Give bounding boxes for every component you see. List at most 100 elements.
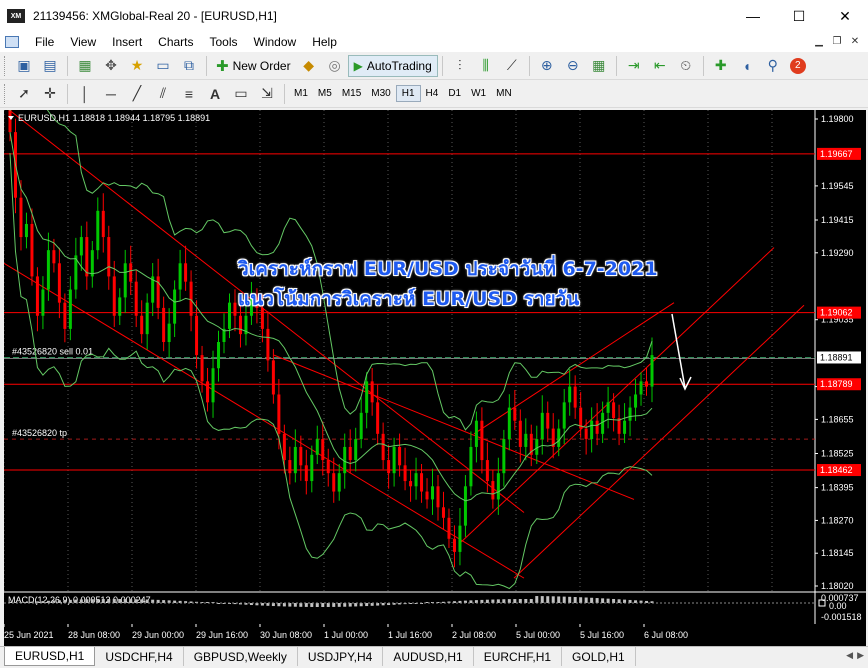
candle-body [348, 446, 352, 461]
chart-canvas[interactable]: 1.198001.195451.194151.192901.190351.187… [4, 110, 866, 624]
timeframe-m15[interactable]: M15 [337, 86, 366, 101]
price-tick-label: 1.19290 [821, 248, 854, 258]
menu-charts[interactable]: Charts [150, 35, 201, 49]
menu-view[interactable]: View [62, 35, 104, 49]
signals-icon[interactable]: ◎ [325, 56, 345, 76]
label-icon[interactable]: ▭ [231, 84, 251, 104]
menu-help[interactable]: Help [304, 35, 345, 49]
metaeditor-icon[interactable]: ◆ [299, 56, 319, 76]
horizontal-line-icon[interactable]: ─ [101, 84, 121, 104]
arrow-head [679, 376, 692, 391]
profiles-icon[interactable]: ▤ [40, 56, 60, 76]
candle-body [162, 307, 166, 343]
tab-eurusd-h1[interactable]: EURUSD,H1 [4, 647, 96, 666]
menu-window[interactable]: Window [246, 35, 305, 49]
tab-audusd-h1[interactable]: AUDUSD,H1 [383, 647, 474, 666]
timeframe-d1[interactable]: D1 [443, 86, 466, 101]
price-tick-label: 1.18270 [821, 515, 854, 525]
candle-body [628, 407, 632, 421]
maximize-button[interactable]: ☐ [776, 0, 822, 32]
candle-body [79, 237, 83, 256]
candlestick-icon[interactable]: ⫼ [476, 56, 496, 76]
timeframe-m5[interactable]: M5 [313, 86, 337, 101]
tile-windows-icon[interactable]: ▦ [589, 56, 609, 76]
market-watch-icon[interactable]: ▦ [75, 56, 95, 76]
auto-scroll-icon[interactable]: ⇤ [650, 56, 670, 76]
menu-file[interactable]: File [27, 35, 62, 49]
crosshair-nav-icon[interactable]: ✥ [101, 56, 121, 76]
tab-usdjpy-h4[interactable]: USDJPY,H4 [298, 647, 384, 666]
indicators-icon[interactable]: ✚ [711, 56, 731, 76]
chart-shift-icon[interactable]: ⇥ [624, 56, 644, 76]
minimize-button[interactable]: — [730, 0, 776, 32]
tester-icon[interactable]: ⧉ [179, 56, 199, 76]
zoom-in-icon[interactable]: ⊕ [537, 56, 557, 76]
child-close-icon[interactable]: ✕ [848, 35, 862, 48]
templates-icon[interactable]: ◖ [737, 56, 757, 76]
candle-body [518, 420, 522, 447]
macd-bar [74, 599, 78, 603]
timeframe-m30[interactable]: M30 [366, 86, 395, 101]
tab-gold-h1[interactable]: GOLD,H1 [562, 647, 636, 666]
candle-body [101, 210, 105, 238]
channel-icon[interactable]: ⫽ [153, 84, 173, 104]
tab-usdchf-h4[interactable]: USDCHF,H4 [95, 647, 184, 666]
line-chart-icon[interactable]: ⟋ [502, 56, 522, 76]
candle-body [612, 402, 616, 419]
autotrading-button[interactable]: ▶ AutoTrading [347, 54, 438, 77]
child-window-icon[interactable] [5, 36, 19, 48]
fibonacci-icon[interactable]: ≡ [179, 84, 199, 104]
title-bar: XM 21139456: XMGlobal-Real 20 - [EURUSD,… [0, 0, 868, 32]
toolbar-grip[interactable] [4, 83, 7, 104]
zoom-out-icon[interactable]: ⊖ [563, 56, 583, 76]
macd-bar [535, 596, 539, 603]
cursor-icon[interactable]: ➚ [14, 84, 34, 104]
macd-bar [612, 598, 616, 603]
close-button[interactable]: ✕ [822, 0, 868, 32]
crosshair-icon[interactable]: ✛ [40, 84, 60, 104]
new-order-button[interactable]: ✚ New Order [211, 55, 296, 77]
macd-bar [145, 599, 149, 603]
candle-body [63, 302, 67, 329]
candle-body [233, 302, 237, 316]
shapes-icon[interactable]: ⇲ [257, 84, 277, 104]
terminal-icon[interactable]: ▭ [153, 56, 173, 76]
candle-body [217, 342, 221, 369]
text-icon[interactable]: A [205, 84, 225, 104]
favorites-icon[interactable]: ★ [127, 56, 147, 76]
candle-body [540, 412, 544, 440]
macd-bar [140, 599, 144, 603]
macd-bar [123, 599, 127, 603]
menu-insert[interactable]: Insert [104, 35, 150, 49]
candle-body [90, 250, 94, 277]
child-restore-icon[interactable]: ❐ [830, 35, 844, 48]
candle-body [376, 402, 380, 434]
trendline-icon[interactable]: ╱ [127, 84, 147, 104]
candle-body [310, 454, 314, 482]
timeframe-h4[interactable]: H4 [421, 86, 444, 101]
bar-chart-icon[interactable]: ⫶ [450, 56, 470, 76]
tab-scroll-left-icon[interactable]: ◀ [846, 650, 853, 661]
periods-icon[interactable]: ⏲ [676, 56, 696, 76]
tab-eurchf-h1[interactable]: EURCHF,H1 [474, 647, 563, 666]
candle-body [299, 446, 303, 466]
timeframe-mn[interactable]: MN [491, 86, 517, 101]
macd-bar [85, 599, 89, 603]
toolbar-grip[interactable] [4, 55, 7, 76]
price-tick-label: 1.18145 [821, 548, 854, 558]
candle-body [387, 460, 391, 474]
timeframe-m1[interactable]: M1 [289, 86, 313, 101]
price-tick-label: 1.18525 [821, 449, 854, 459]
menu-tools[interactable]: Tools [202, 35, 246, 49]
vertical-line-icon[interactable]: │ [75, 84, 95, 104]
child-minimize-icon[interactable]: ▁ [812, 35, 826, 48]
search-icon[interactable]: ⚲ [763, 56, 783, 76]
notifications-badge[interactable]: 2 [789, 57, 806, 74]
timeframe-h1[interactable]: H1 [395, 85, 421, 102]
tab-gbpusd-weekly[interactable]: GBPUSD,Weekly [184, 647, 298, 666]
new-chart-icon[interactable]: ▣ [14, 56, 34, 76]
time-axis: 25 Jun 2021 28 Jun 08:00 29 Jun 00:00 29 Ju… [4, 624, 866, 646]
tab-scroll-right-icon[interactable]: ▶ [857, 650, 864, 661]
price-chart[interactable]: 1.198001.195451.194151.192901.190351.187… [4, 110, 866, 624]
timeframe-w1[interactable]: W1 [466, 86, 491, 101]
